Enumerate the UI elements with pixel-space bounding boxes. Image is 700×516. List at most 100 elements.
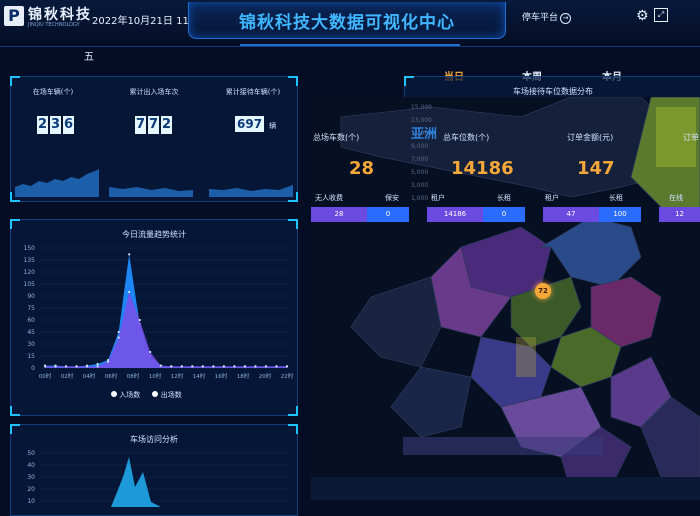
title-frame: 锦秋科技大数据可视化中心 — [188, 2, 506, 39]
data-point — [275, 365, 278, 368]
digit: 2 — [37, 116, 48, 134]
kpi-label: 订单金额(元) — [567, 133, 614, 142]
x-tick-label: 00时 — [39, 372, 52, 380]
map-marker[interactable]: 72 — [535, 283, 551, 299]
x-tick-label: 10时 — [149, 372, 162, 380]
y-tick-label: 150 — [24, 245, 36, 252]
legend-dot-in — [111, 391, 117, 397]
legend-dot-out — [152, 391, 159, 397]
logo-name: 锦秋科技 — [28, 7, 92, 23]
data-point — [201, 365, 204, 368]
data-point — [75, 365, 78, 368]
stats-panel: 在场车辆(个) 累计出入场车次 累计接待车辆(个) 236 772 697 辆 — [10, 76, 298, 202]
parking-platform-link[interactable]: 停车平台 → — [522, 10, 572, 24]
data-point — [170, 365, 173, 368]
kpi-label: 总场车数(个) — [313, 133, 360, 142]
y-tick-label: 45 — [27, 329, 35, 336]
digit: 3 — [50, 116, 61, 134]
y-tick-label: 20 — [27, 486, 35, 493]
y-tick-label: 90 — [27, 293, 35, 300]
digit: 7 — [148, 116, 159, 134]
data-point — [85, 365, 89, 368]
stat-digits: 772 — [135, 113, 174, 134]
panel-title: 车场接待车位数据分布 — [513, 87, 593, 96]
y-tick-label: 10 — [27, 498, 35, 505]
kpi-sub-label: 长租 — [497, 194, 511, 202]
digit: 6 — [63, 116, 74, 134]
visit-analysis-chart: 50403020100 — [27, 450, 291, 507]
panel-title: 今日流量趋势统计 — [122, 230, 186, 239]
title-underline — [240, 38, 460, 46]
y-tick-label: 30 — [27, 341, 35, 348]
digit: 2 — [161, 116, 172, 134]
kpi-sub-value: 12 — [659, 207, 700, 222]
data-point — [191, 365, 194, 368]
logo-mark: P — [4, 6, 24, 26]
data-point — [43, 365, 47, 368]
y-tick-label: 60 — [27, 317, 35, 324]
x-tick-label: 16时 — [215, 372, 228, 380]
data-point — [138, 318, 141, 322]
visit-analysis-panel: 车场访问分析 50403020100 — [10, 424, 298, 516]
kpi-sub-value: 100 — [599, 207, 641, 222]
y-tick-label: 75 — [27, 305, 35, 312]
series-area-in — [45, 254, 287, 368]
x-tick-label: 12时 — [171, 372, 184, 380]
panel-title: 车场访问分析 — [130, 435, 178, 444]
data-point — [117, 336, 120, 339]
series-area-out — [45, 292, 287, 368]
data-point — [180, 365, 183, 368]
kpi-sub-value: 0 — [367, 207, 409, 222]
stat-label: 在场车辆(个) — [32, 88, 74, 96]
x-tick-label: 04时 — [83, 372, 96, 380]
gear-icon[interactable]: ⚙ — [636, 8, 649, 24]
y-tick-label: 30 — [27, 474, 35, 481]
data-point — [222, 365, 225, 368]
data-point — [159, 364, 162, 367]
chart-legend: 入场数 出场数 — [111, 390, 182, 400]
kpi-label: 总车位数(个) — [443, 133, 490, 142]
data-point — [128, 253, 131, 256]
digit: 7 — [135, 116, 146, 134]
x-tick-label: 18时 — [237, 372, 250, 380]
legend-out-label: 出场数 — [160, 391, 182, 399]
kpi-sub-label: 无人收费 — [315, 194, 343, 202]
stat-value: 697 辆 — [235, 113, 276, 132]
stat-sparklines — [15, 169, 293, 197]
data-point — [117, 330, 120, 334]
stat-unit: 辆 — [269, 122, 277, 130]
parking-platform-label: 停车平台 — [522, 13, 559, 23]
x-tick-label: 08时 — [127, 372, 140, 380]
logo: P 锦秋科技 JINQIU TECHNOLOGY — [4, 6, 90, 32]
y-tick-label: 40 — [27, 462, 35, 469]
y-tick-label: 135 — [24, 257, 36, 264]
traffic-trend-chart: 0 15 30 45 60 75 90 105 120 135 150 00时 02时 04时 06时 08时… — [24, 245, 294, 380]
kpi-sub-label: 长租 — [609, 194, 623, 202]
data-point — [243, 365, 247, 368]
y-tick-label: 120 — [24, 269, 36, 276]
y-tick-label: 0 — [31, 365, 35, 372]
kpi-sub-value: 47 — [543, 207, 599, 222]
y-tick-label: 50 — [27, 450, 35, 457]
page-title: 锦秋科技大数据可视化中心 — [239, 13, 455, 33]
kpi-sub-value: 28 — [311, 207, 367, 222]
distribution-panel: 车场接待车位数据分布 — [404, 76, 700, 97]
data-point — [96, 362, 99, 366]
kpi-sub-label: 租户 — [545, 194, 559, 202]
arrow-right-icon: → — [560, 13, 572, 24]
stat-label: 累计接待车辆(个) — [225, 88, 281, 96]
x-tick-label: 06时 — [105, 372, 118, 380]
y-tick-label: 105 — [24, 281, 36, 288]
traffic-trend-panel: 今日流量趋势统计 0 15 30 45 60 75 90 105 120 135 150 00时 02时… — [10, 219, 298, 416]
x-tick-label: 20时 — [259, 372, 272, 380]
data-point — [233, 365, 236, 368]
kpi-sub-label: 租户 — [431, 194, 445, 202]
fullscreen-icon[interactable]: ⤢ — [654, 8, 668, 22]
data-point — [254, 365, 257, 368]
stat-value-number: 697 — [235, 116, 265, 132]
y-tick-label: 15 — [27, 353, 35, 360]
kpi-label: 订单 — [683, 133, 699, 142]
data-point — [128, 290, 131, 294]
data-point — [264, 365, 268, 368]
kpi-value: 14186 — [451, 158, 514, 179]
